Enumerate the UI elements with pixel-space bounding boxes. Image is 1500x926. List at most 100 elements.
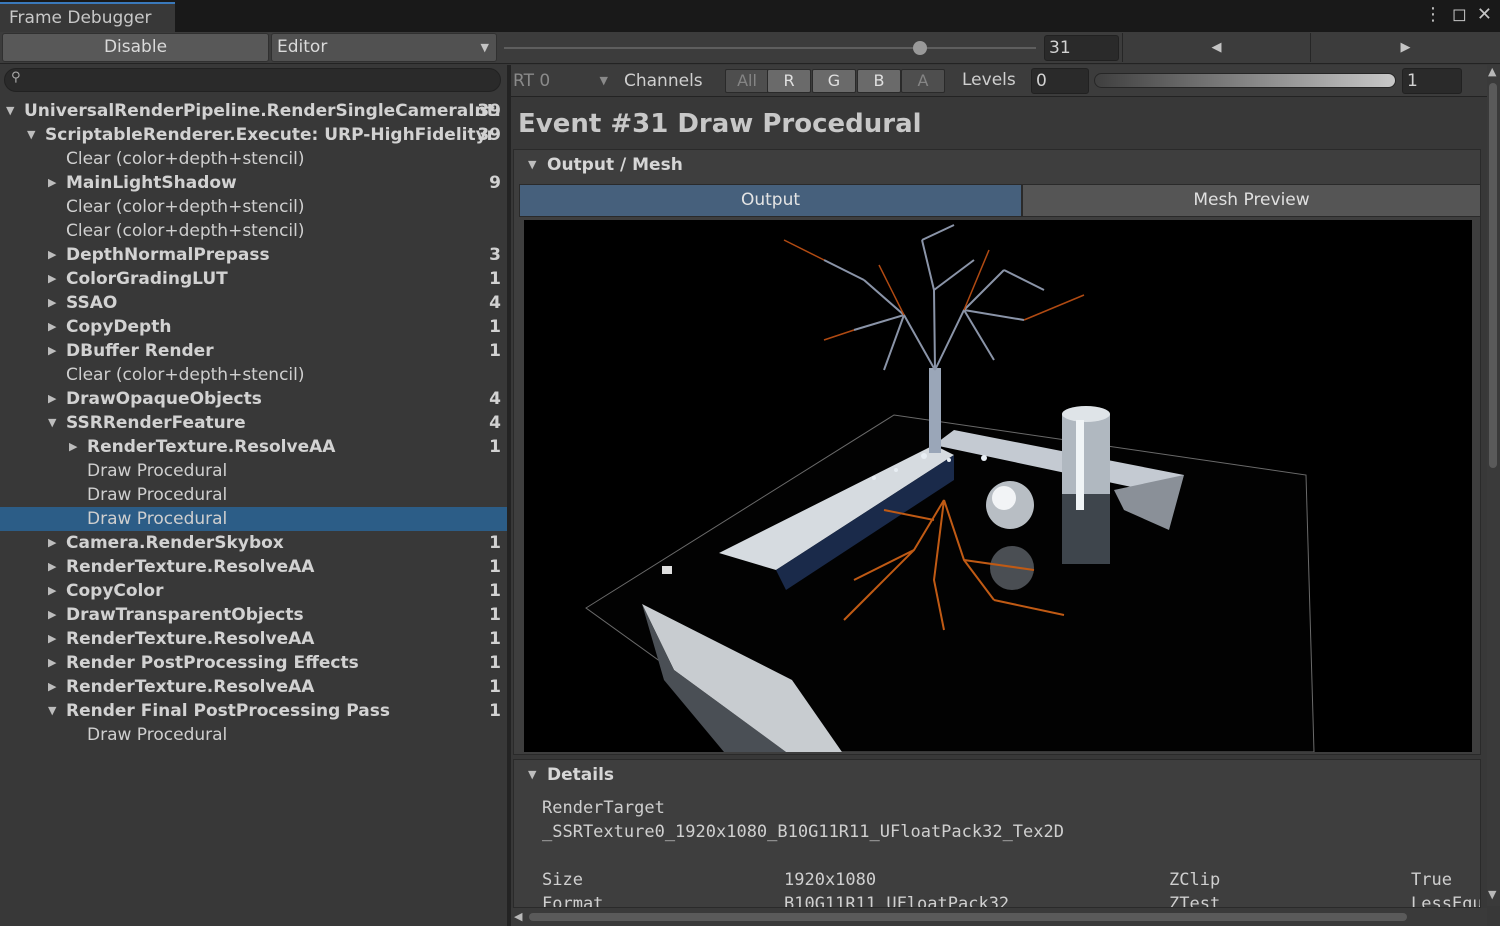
event-slider[interactable] [504, 47, 1036, 49]
disable-button[interactable]: Disable [2, 33, 269, 62]
tree-row[interactable]: ▼ Render Final PostProcessing Pass 1 [0, 699, 507, 723]
tree-row[interactable]: ▶ Render PostProcessing Effects 1 [0, 651, 507, 675]
levels-range-slider[interactable] [1094, 73, 1396, 88]
foldout-collapsed-icon[interactable]: ▶ [48, 171, 56, 195]
foldout-collapsed-icon[interactable]: ▶ [48, 675, 56, 699]
tree-row-count: 1 [489, 653, 501, 673]
tree-row-count: 4 [489, 293, 501, 313]
foldout-collapsed-icon[interactable]: ▶ [48, 627, 56, 651]
tree-row[interactable]: Clear (color+depth+stencil) [0, 219, 507, 243]
foldout-collapsed-icon[interactable]: ▶ [48, 267, 56, 291]
event-hierarchy-panel: ⚲ ▼ UniversalRenderPipeline.RenderSingleC… [0, 65, 507, 926]
channels-toolbar: RT 0 ▼ Channels All R G B A Levels 0 1 [511, 65, 1500, 97]
foldout-collapsed-icon[interactable]: ▶ [48, 243, 56, 267]
tree-row[interactable]: Draw Procedural [0, 723, 507, 747]
tab-mesh-preview[interactable]: Mesh Preview [1022, 184, 1481, 217]
event-slider-handle[interactable] [913, 41, 927, 55]
tree-row[interactable]: ▶ SSAO 4 [0, 291, 507, 315]
event-title: Event #31 Draw Procedural [518, 109, 922, 139]
maximize-icon[interactable]: ◻ [1452, 5, 1467, 25]
channel-b-button[interactable]: B [857, 69, 901, 93]
triangle-left-icon: ◀ [1211, 40, 1222, 55]
output-mesh-section: ▼ Output / Mesh Output Mesh Preview [513, 149, 1481, 755]
output-mesh-header[interactable]: ▼ Output / Mesh [514, 150, 1480, 180]
horizontal-scrollbar[interactable]: ◀ [511, 908, 1487, 926]
channel-all-button[interactable]: All [725, 69, 769, 93]
details-section: ▼ Details RenderTarget _SSRTexture0_1920… [513, 759, 1481, 908]
foldout-expanded-icon[interactable]: ▼ [48, 411, 56, 435]
tree-row[interactable]: Draw Procedural [0, 483, 507, 507]
tree-row[interactable]: Draw Procedural [0, 507, 507, 531]
scroll-up-icon[interactable]: ▲ [1488, 65, 1496, 78]
foldout-expanded-icon[interactable]: ▼ [6, 99, 14, 123]
tree-row[interactable]: ▶ RenderTexture.ResolveAA 1 [0, 435, 507, 459]
foldout-collapsed-icon[interactable]: ▶ [48, 531, 56, 555]
foldout-collapsed-icon[interactable]: ▶ [48, 291, 56, 315]
close-icon[interactable]: ✕ [1477, 5, 1492, 25]
next-event-button[interactable]: ▶ [1310, 33, 1500, 62]
tree-row[interactable]: ▶ RenderTexture.ResolveAA 1 [0, 675, 507, 699]
tree-row-label: SSAO [66, 293, 118, 313]
foldout-expanded-icon[interactable]: ▼ [48, 699, 56, 723]
tree-row[interactable]: ▼ UniversalRenderPipeline.RenderSingleCam… [0, 99, 507, 123]
render-target-label: RenderTarget [542, 798, 665, 818]
vertical-scrollbar[interactable]: ▲ ▼ [1487, 65, 1500, 906]
levels-min-field[interactable]: 0 [1031, 68, 1089, 94]
tree-row-label: Render Final PostProcessing Pass [66, 701, 390, 721]
foldout-collapsed-icon[interactable]: ▶ [48, 387, 56, 411]
render-target-dropdown[interactable]: RT 0 ▼ [513, 67, 608, 95]
tab-frame-debugger[interactable]: Frame Debugger [0, 2, 175, 32]
channel-r-button[interactable]: R [767, 69, 811, 93]
channel-g-button[interactable]: G [812, 69, 856, 93]
tree-row[interactable]: ▶ ColorGradingLUT 1 [0, 267, 507, 291]
render-output-preview[interactable] [524, 220, 1472, 752]
tree-row[interactable]: ▶ MainLightShadow 9 [0, 171, 507, 195]
tree-row-count: 1 [489, 533, 501, 553]
scroll-left-icon[interactable]: ◀ [514, 910, 522, 923]
foldout-collapsed-icon[interactable]: ▶ [48, 603, 56, 627]
tree-row[interactable]: Draw Procedural [0, 459, 507, 483]
horizontal-scroll-thumb[interactable] [529, 913, 1407, 921]
tree-row[interactable]: ▼ ScriptableRenderer.Execute: URP-HighFid… [0, 123, 507, 147]
target-dropdown[interactable]: Editor ▼ [271, 33, 497, 62]
levels-max-field[interactable]: 1 [1402, 68, 1462, 94]
tree-row[interactable]: ▶ DrawTransparentObjects 1 [0, 603, 507, 627]
tree-row[interactable]: Clear (color+depth+stencil) [0, 195, 507, 219]
foldout-collapsed-icon[interactable]: ▶ [48, 651, 56, 675]
vertical-scroll-thumb[interactable] [1489, 83, 1497, 468]
foldout-collapsed-icon[interactable]: ▶ [48, 555, 56, 579]
foldout-expanded-icon: ▼ [528, 158, 537, 171]
tree-row-label: Render PostProcessing Effects [66, 653, 359, 673]
details-title: Details [547, 765, 615, 785]
tab-output[interactable]: Output [519, 184, 1022, 217]
foldout-expanded-icon[interactable]: ▼ [27, 123, 35, 147]
tree-row[interactable]: ▶ CopyDepth 1 [0, 315, 507, 339]
tree-row[interactable]: ▶ CopyColor 1 [0, 579, 507, 603]
channel-a-button[interactable]: A [901, 69, 945, 93]
foldout-collapsed-icon[interactable]: ▶ [48, 339, 56, 363]
scroll-down-icon[interactable]: ▼ [1488, 888, 1496, 901]
render-target-value: RT 0 [513, 71, 551, 91]
event-details-panel: RT 0 ▼ Channels All R G B A Levels 0 1 E… [511, 65, 1500, 926]
tree-row[interactable]: ▶ Camera.RenderSkybox 1 [0, 531, 507, 555]
foldout-collapsed-icon[interactable]: ▶ [69, 435, 77, 459]
tree-row[interactable]: ▶ RenderTexture.ResolveAA 1 [0, 627, 507, 651]
kebab-menu-icon[interactable]: ⋮ [1424, 5, 1442, 25]
tree-row[interactable]: ▼ SSRRenderFeature 4 [0, 411, 507, 435]
window-tab-bar: Frame Debugger ⋮ ◻ ✕ [0, 0, 1500, 32]
previous-event-button[interactable]: ◀ [1122, 33, 1310, 62]
event-index-field[interactable]: 31 [1044, 35, 1119, 61]
tree-row[interactable]: ▶ DrawOpaqueObjects 4 [0, 387, 507, 411]
tree-row[interactable]: ▶ RenderTexture.ResolveAA 1 [0, 555, 507, 579]
tree-row[interactable]: ▶ DBuffer Render 1 [0, 339, 507, 363]
details-header[interactable]: ▼ Details [514, 760, 1480, 790]
foldout-collapsed-icon[interactable]: ▶ [48, 315, 56, 339]
tree-row[interactable]: Clear (color+depth+stencil) [0, 363, 507, 387]
tree-row-label: RenderTexture.ResolveAA [66, 677, 315, 697]
tree-row-count: 1 [489, 581, 501, 601]
search-field[interactable]: ⚲ [4, 68, 501, 92]
tree-row[interactable]: Clear (color+depth+stencil) [0, 147, 507, 171]
foldout-collapsed-icon[interactable]: ▶ [48, 579, 56, 603]
tree-row[interactable]: ▶ DepthNormalPrepass 3 [0, 243, 507, 267]
tree-row-label: Clear (color+depth+stencil) [66, 365, 305, 385]
